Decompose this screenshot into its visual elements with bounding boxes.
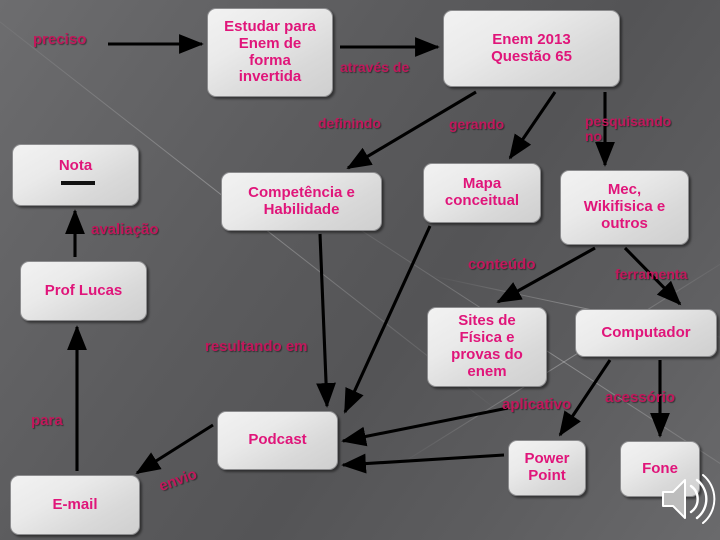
box-fone[interactable]: Fone: [620, 441, 700, 497]
nota-blank-underline: [61, 181, 95, 185]
label-definindo: definindo: [318, 115, 381, 131]
connector-mapa-to-podcast: [343, 225, 432, 414]
box-fone-label: Fone: [642, 459, 678, 477]
box-enem2013[interactable]: Enem 2013 Questão 65: [443, 10, 620, 87]
label-para: para: [31, 412, 63, 429]
connector-competencia-to-podcast: [316, 233, 336, 408]
box-podcast[interactable]: Podcast: [217, 411, 338, 470]
label-gerando: gerando: [449, 116, 505, 132]
box-nota-label: Nota: [17, 157, 134, 192]
box-estudar-label: Estudar para Enem de forma invertida: [224, 17, 316, 86]
label-ferramenta: ferramenta: [615, 266, 688, 282]
box-nota[interactable]: Nota: [12, 144, 139, 206]
box-email-label: E-mail: [52, 495, 98, 513]
connector-sites-to-podcast: [341, 406, 509, 447]
label-acessorio: acessório: [605, 389, 676, 406]
label-envio: envio: [156, 465, 200, 496]
connector-powerpoint-to-podcast: [341, 453, 505, 474]
connector-podcast-to-email: [135, 423, 214, 475]
box-prof-lucas[interactable]: Prof Lucas: [20, 261, 147, 321]
label-pesquisando-no: pesquisando no: [585, 113, 672, 145]
box-computador-label: Computador: [601, 323, 691, 341]
box-mapa-label: Mapa conceitual: [444, 175, 520, 209]
box-computador[interactable]: Computador: [575, 309, 717, 357]
label-conteudo: conteúdo: [468, 256, 536, 273]
box-email[interactable]: E-mail: [10, 475, 140, 535]
box-competencia-label: Competência e Habilidade: [248, 183, 355, 218]
box-sites-fisica[interactable]: Sites de Física e provas do enem: [427, 307, 547, 387]
box-enem2013-label: Enem 2013 Questão 65: [491, 30, 572, 65]
box-competencia-habilidade[interactable]: Competência e Habilidade: [221, 172, 382, 231]
label-resultando-em: resultando em: [205, 338, 308, 355]
box-power-point[interactable]: Power Point: [508, 440, 586, 496]
label-atraves-de: através de: [340, 59, 410, 75]
label-avaliacao: avaliação: [91, 221, 159, 238]
label-aplicativo: aplicativo: [502, 396, 572, 413]
box-podcast-label: Podcast: [248, 431, 307, 449]
slide-canvas: Estudar para Enem de forma invertida Ene…: [0, 0, 720, 540]
box-prof-lucas-label: Prof Lucas: [44, 281, 123, 299]
box-estudar[interactable]: Estudar para Enem de forma invertida: [207, 8, 333, 97]
label-preciso: preciso: [33, 31, 87, 48]
box-mapa-conceitual[interactable]: Mapa conceitual: [423, 163, 541, 223]
box-mec-label: Mec, Wikifisica e outros: [583, 181, 666, 232]
box-power-point-label: Power Point: [524, 450, 570, 484]
connector-enem2013-to-mapa: [508, 91, 557, 160]
box-sites-label: Sites de Física e provas do enem: [451, 312, 523, 380]
box-mec-wikifisica[interactable]: Mec, Wikifisica e outros: [560, 170, 689, 245]
